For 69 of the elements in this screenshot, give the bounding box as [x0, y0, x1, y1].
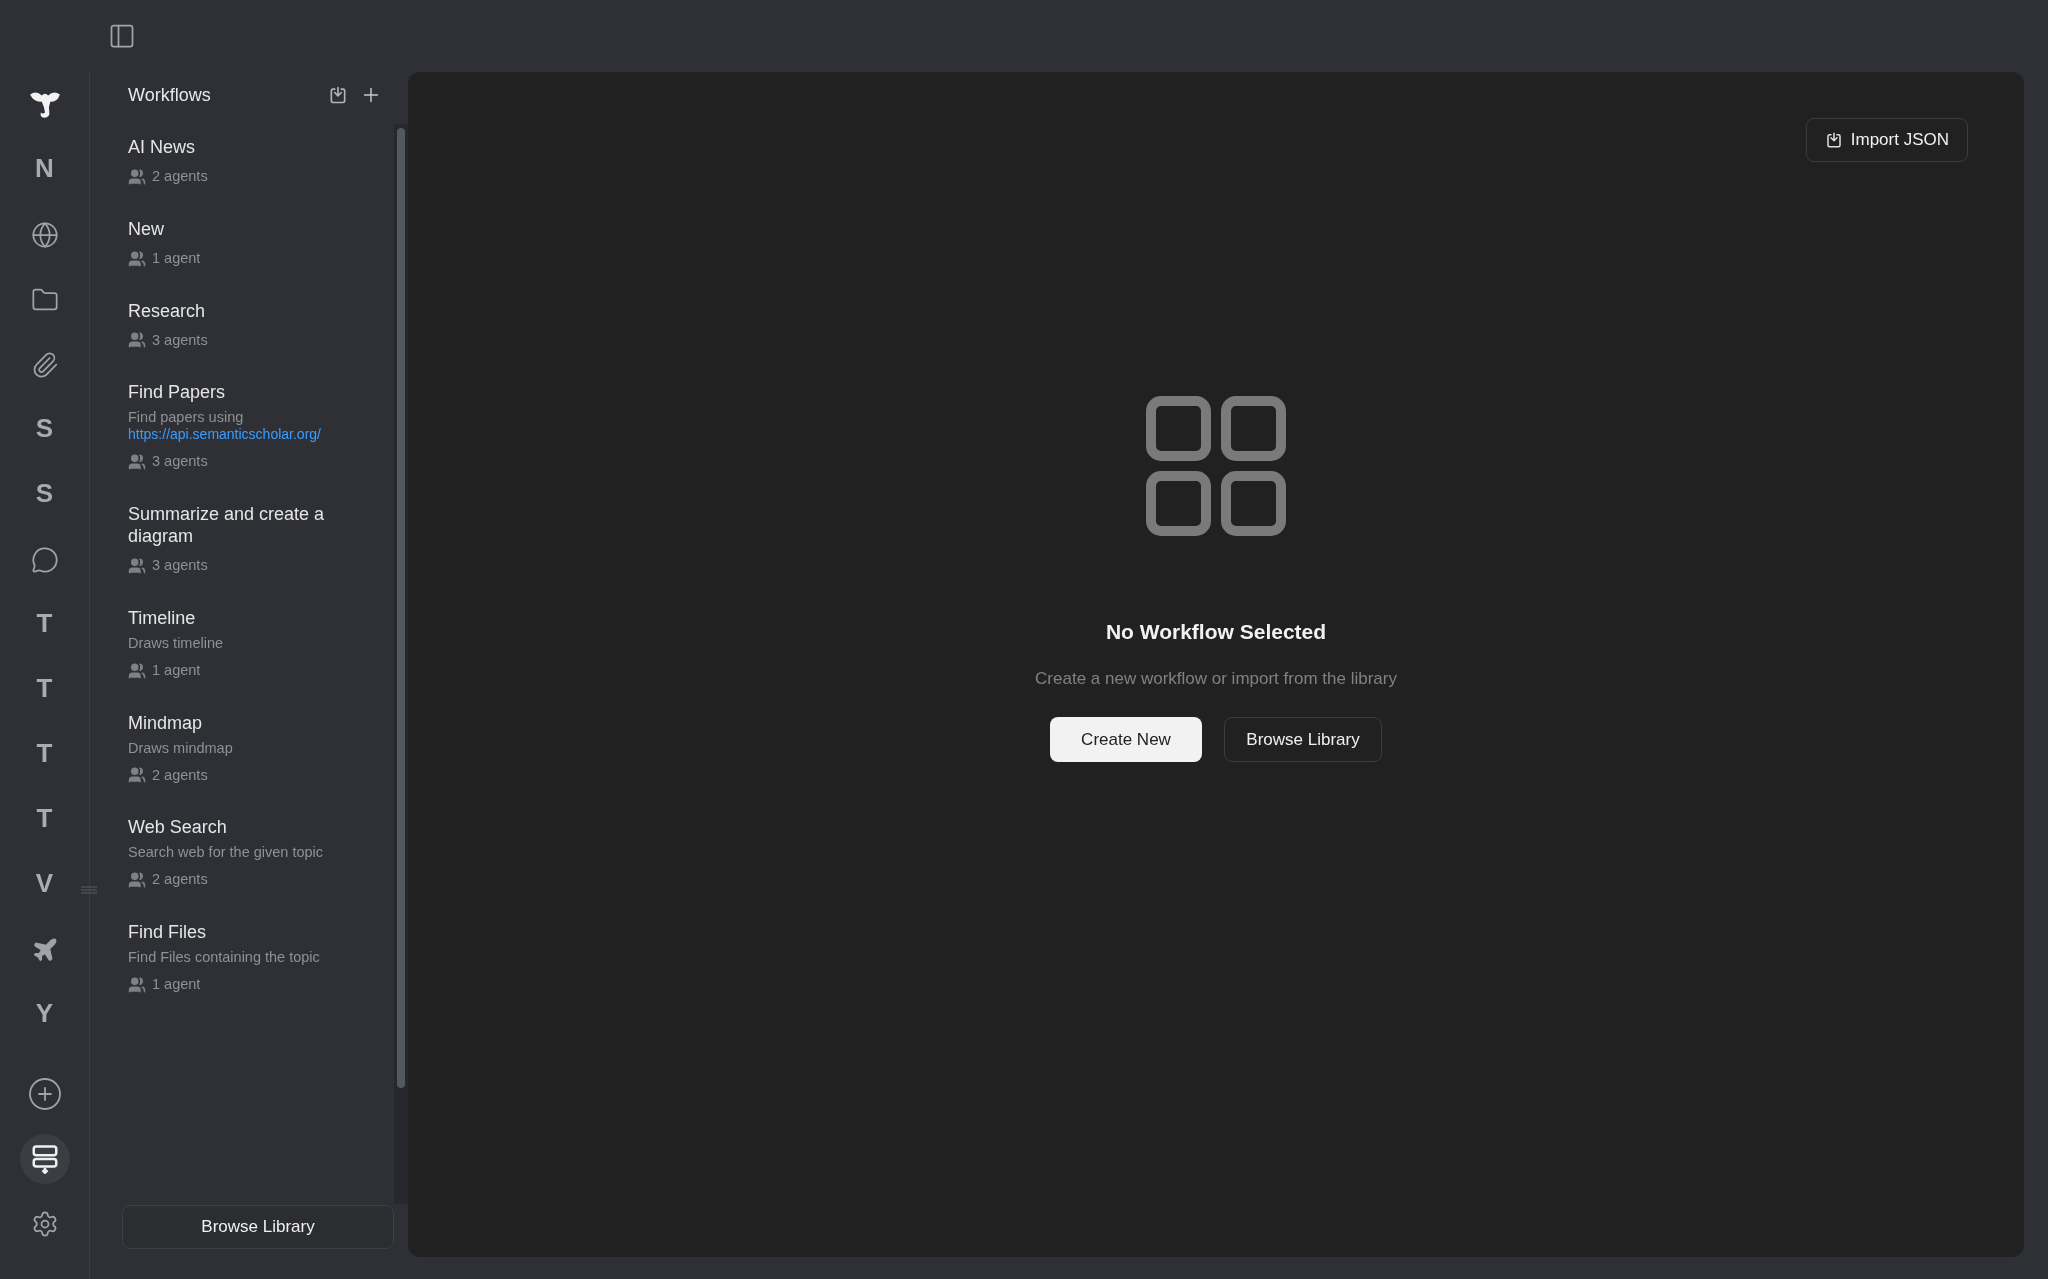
workflow-list-item[interactable]: Find Files Find Files containing the topic 1 agent — [128, 921, 368, 1026]
workflow-list-item[interactable]: New 1 agent — [128, 217, 368, 300]
rail-letter[interactable]: T — [36, 673, 53, 703]
workflow-title: Timeline — [128, 606, 197, 629]
agent-count: 2 agents — [152, 765, 208, 785]
workflow-list-item[interactable]: Research 3 agents — [128, 299, 368, 382]
people-icon — [128, 871, 146, 890]
workflow-title: Summarize and create a diagram — [128, 503, 326, 547]
workflow-list-item[interactable]: Summarize and create a diagram 3 agents — [128, 503, 368, 607]
agent-count: 1 agent — [152, 248, 201, 268]
people-icon — [128, 661, 146, 680]
sidebar-title: Workflows — [128, 83, 211, 107]
rail-letter[interactable]: T — [36, 803, 53, 833]
browse-library-button[interactable]: Browse Library — [1224, 717, 1382, 762]
rail-letter[interactable]: N — [35, 153, 54, 183]
workflow-title: Research — [128, 299, 207, 322]
people-icon — [128, 167, 146, 186]
rail-letter[interactable]: S — [35, 478, 54, 508]
rail-letter[interactable]: V — [35, 868, 54, 898]
workflow-description: Draws timeline — [128, 634, 225, 652]
workflow-list-item[interactable]: Web Search Search web for the given topic 2 agents — [128, 816, 368, 921]
workflow-title: Mindmap — [128, 711, 204, 734]
workflow-description: Find Files containing the topic — [128, 949, 321, 966]
elephant-logo-icon[interactable] — [27, 89, 62, 120]
workflow-title: Find Papers — [128, 381, 227, 404]
workflow-list-item[interactable]: AI News 2 agents — [128, 136, 368, 218]
add-circle-icon[interactable] — [26, 1075, 63, 1112]
agent-count: 3 agents — [152, 330, 208, 350]
workflow-title: New — [128, 217, 165, 240]
agent-count: 2 agents — [152, 870, 208, 890]
workflow-description: Find papers using https://api.semanticscholar.org/ — [128, 409, 322, 444]
rail-letter[interactable]: T — [36, 738, 53, 768]
workflow-title: Find Files — [128, 921, 208, 943]
import-icon — [1824, 131, 1843, 149]
agent-count: 2 agents — [152, 167, 208, 186]
browse-library-button[interactable]: Browse Library — [122, 1205, 394, 1249]
workflow-list-item[interactable]: Mindmap Draws mindmap 2 agents — [128, 711, 368, 817]
import-json-button[interactable]: Import JSON — [1805, 118, 1968, 162]
people-icon — [128, 556, 146, 575]
people-icon — [128, 249, 146, 268]
agent-count: 3 agents — [152, 556, 208, 575]
rail-letter[interactable]: T — [36, 608, 53, 638]
people-icon — [128, 975, 146, 994]
grid-icon — [1146, 396, 1286, 536]
empty-state-subtitle: Create a new workflow or import from the library — [1035, 667, 1397, 690]
stacked-rows-icon — [29, 1143, 60, 1174]
agent-count: 1 agent — [152, 975, 201, 994]
import-icon — [328, 85, 348, 105]
sidebar-toggle-icon[interactable] — [108, 22, 136, 50]
workflow-title: AI News — [128, 136, 197, 158]
agent-count: 3 agents — [152, 452, 208, 472]
scrollbar-thumb[interactable] — [397, 128, 405, 1088]
workflow-description: Draws mindmap — [128, 739, 234, 757]
agent-count: 1 agent — [152, 660, 201, 680]
empty-state-title: No Workflow Selected — [1105, 619, 1327, 645]
workflow-title: Web Search — [128, 816, 228, 839]
drag-handle-icon[interactable] — [81, 886, 97, 894]
globe-icon[interactable] — [30, 220, 59, 249]
create-new-button[interactable]: Create New — [1050, 717, 1202, 762]
workflow-list-item[interactable]: Find Papers Find papers using https://api.semanticscholar.org/ 3 agents — [128, 381, 368, 503]
people-icon — [128, 453, 146, 472]
link[interactable]: https://api.semanticscholar.org/ — [128, 426, 321, 443]
workflow-description: Search web for the given topic — [128, 844, 325, 862]
people-icon — [128, 766, 146, 785]
chat-bubble-icon[interactable] — [30, 545, 59, 574]
people-icon — [128, 331, 146, 350]
workflow-list-item[interactable]: Timeline Draws timeline 1 agent — [128, 606, 368, 712]
rail-letter[interactable]: Y — [35, 998, 54, 1028]
rail-letter[interactable]: S — [35, 413, 54, 443]
